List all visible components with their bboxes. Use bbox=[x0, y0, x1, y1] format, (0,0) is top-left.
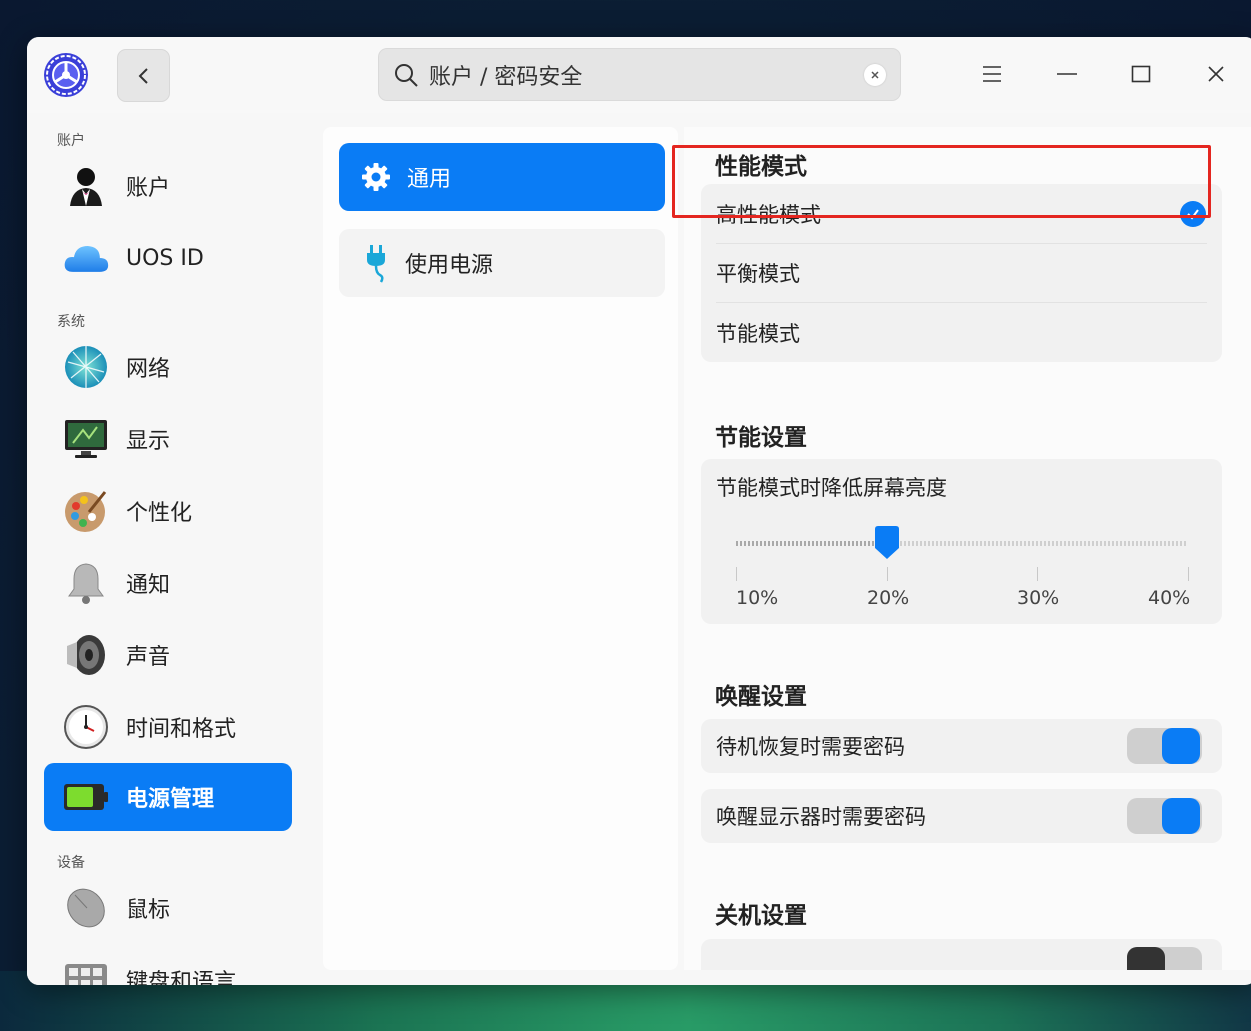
brightness-slider-fill bbox=[736, 541, 887, 546]
search-input[interactable]: 账户 / 密码安全 bbox=[429, 59, 864, 91]
slider-tick-label: 10% bbox=[736, 587, 779, 609]
wakeup-row-standby: 待机恢复时需要密码 bbox=[701, 719, 1222, 773]
shutdown-toggle[interactable] bbox=[1127, 947, 1202, 970]
section-title-account: 账户 bbox=[57, 133, 85, 149]
slider-tick bbox=[736, 567, 737, 581]
keyboard-icon bbox=[62, 956, 110, 985]
power-saving-title: 节能设置 bbox=[715, 425, 807, 451]
section-title-device: 设备 bbox=[57, 855, 85, 871]
tab-general-label: 通用 bbox=[407, 167, 452, 192]
brightness-reduce-label: 节能模式时降低屏幕亮度 bbox=[716, 476, 947, 500]
main-menu-button[interactable] bbox=[972, 54, 1012, 94]
sidebar-item-sound[interactable]: 声音 bbox=[44, 621, 292, 689]
sidebar-item-uos-id[interactable]: UOS ID bbox=[44, 224, 292, 292]
sub-menu-panel: 通用 使用电源 bbox=[323, 127, 678, 970]
slider-tick-label: 20% bbox=[867, 587, 910, 609]
network-icon bbox=[62, 343, 110, 391]
display-wake-password-label: 唤醒显示器时需要密码 bbox=[716, 805, 926, 829]
sidebar-item-mouse[interactable]: 鼠标 bbox=[44, 874, 292, 942]
close-window-button[interactable] bbox=[1196, 54, 1236, 94]
control-center-logo-icon bbox=[43, 52, 89, 98]
section-title-system: 系统 bbox=[57, 314, 85, 330]
sidebar-item-power[interactable]: 电源管理 bbox=[44, 763, 292, 831]
sidebar-item-label: 鼠标 bbox=[126, 898, 171, 923]
slider-tick bbox=[887, 567, 888, 581]
sidebar-item-label: 网络 bbox=[126, 357, 171, 382]
user-icon bbox=[62, 162, 110, 210]
plug-icon bbox=[367, 245, 385, 283]
option-label: 节能模式 bbox=[716, 321, 800, 346]
clock-icon bbox=[62, 703, 110, 751]
search-field[interactable]: 账户 / 密码安全 bbox=[378, 48, 901, 101]
slider-tick bbox=[1037, 567, 1038, 581]
sidebar-item-label: 个性化 bbox=[126, 501, 193, 526]
sidebar-item-label: 账户 bbox=[126, 176, 171, 201]
sidebar-item-personalization[interactable]: 个性化 bbox=[44, 477, 292, 545]
shutdown-title: 关机设置 bbox=[715, 903, 807, 929]
option-balanced[interactable]: 平衡模式 bbox=[701, 244, 1222, 302]
toggle-knob bbox=[1127, 947, 1165, 970]
standby-password-toggle[interactable] bbox=[1127, 728, 1202, 764]
cloud-icon bbox=[62, 234, 110, 282]
sidebar-item-notification[interactable]: 通知 bbox=[44, 549, 292, 617]
slider-tick-label: 40% bbox=[1148, 587, 1191, 609]
display-wake-password-row: 唤醒显示器时需要密码 bbox=[701, 789, 1222, 843]
search-icon bbox=[395, 63, 418, 87]
slider-tick-label: 30% bbox=[1017, 587, 1060, 609]
wakeup-row-display: 唤醒显示器时需要密码 bbox=[701, 789, 1222, 843]
minimize-icon bbox=[1057, 73, 1077, 75]
chevron-left-icon bbox=[138, 67, 148, 84]
slider-tick bbox=[1188, 567, 1189, 581]
display-icon bbox=[62, 415, 110, 463]
clear-search-button[interactable] bbox=[864, 63, 886, 86]
battery-icon bbox=[62, 773, 110, 821]
sidebar-item-network[interactable]: 网络 bbox=[44, 333, 292, 401]
gear-icon bbox=[362, 163, 390, 191]
display-wake-password-toggle[interactable] bbox=[1127, 798, 1202, 834]
speaker-icon bbox=[62, 631, 110, 679]
maximize-icon bbox=[1131, 65, 1151, 83]
sidebar-item-display[interactable]: 显示 bbox=[44, 405, 292, 473]
sidebar: 账户 账户 UOS ID 系统 网络 显示 个性化 通知 声音 时间和格式 电源… bbox=[27, 113, 309, 985]
standby-password-row: 待机恢复时需要密码 bbox=[701, 719, 1222, 773]
maximize-button[interactable] bbox=[1121, 54, 1161, 94]
sidebar-item-label: 键盘和语言 bbox=[126, 970, 237, 985]
mouse-icon bbox=[62, 884, 110, 932]
sidebar-item-label: 电源管理 bbox=[126, 787, 215, 812]
power-saving-card: 节能模式时降低屏幕亮度 10% 20% 30% 40% bbox=[701, 459, 1222, 624]
toggle-knob bbox=[1162, 798, 1200, 834]
selection-highlight-box bbox=[672, 145, 1211, 218]
sidebar-item-keyboard[interactable]: 键盘和语言 bbox=[44, 946, 292, 985]
tab-general[interactable]: 通用 bbox=[339, 143, 665, 211]
tab-on-power-label: 使用电源 bbox=[405, 253, 494, 278]
shutdown-card bbox=[701, 939, 1222, 970]
settings-content: 性能模式 高性能模式 平衡模式 节能模式 节能设置 节能模式时降低屏幕亮度 10… bbox=[684, 127, 1251, 970]
sidebar-item-account[interactable]: 账户 bbox=[44, 152, 292, 220]
sidebar-item-label: 声音 bbox=[126, 645, 171, 670]
close-icon bbox=[871, 70, 879, 79]
brightness-label-row: 节能模式时降低屏幕亮度 bbox=[701, 469, 1222, 505]
brightness-slider-handle[interactable] bbox=[872, 526, 902, 560]
close-icon bbox=[1208, 66, 1224, 82]
back-button[interactable] bbox=[117, 49, 170, 102]
sidebar-item-label: 时间和格式 bbox=[126, 717, 237, 742]
tab-on-power[interactable]: 使用电源 bbox=[339, 229, 665, 297]
standby-password-label: 待机恢复时需要密码 bbox=[716, 735, 905, 759]
bell-icon bbox=[62, 559, 110, 607]
option-power-saver[interactable]: 节能模式 bbox=[701, 303, 1222, 362]
sidebar-item-label: 通知 bbox=[126, 573, 171, 598]
sidebar-item-label: 显示 bbox=[126, 429, 171, 454]
sidebar-item-label: UOS ID bbox=[126, 245, 204, 271]
toggle-knob bbox=[1162, 728, 1200, 764]
titlebar: 账户 / 密码安全 bbox=[27, 37, 1251, 113]
menu-icon bbox=[983, 66, 1001, 82]
palette-icon bbox=[62, 487, 110, 535]
wakeup-title: 唤醒设置 bbox=[715, 684, 807, 710]
option-label: 平衡模式 bbox=[716, 262, 800, 286]
sidebar-item-datetime[interactable]: 时间和格式 bbox=[44, 693, 292, 761]
minimize-button[interactable] bbox=[1047, 54, 1087, 94]
